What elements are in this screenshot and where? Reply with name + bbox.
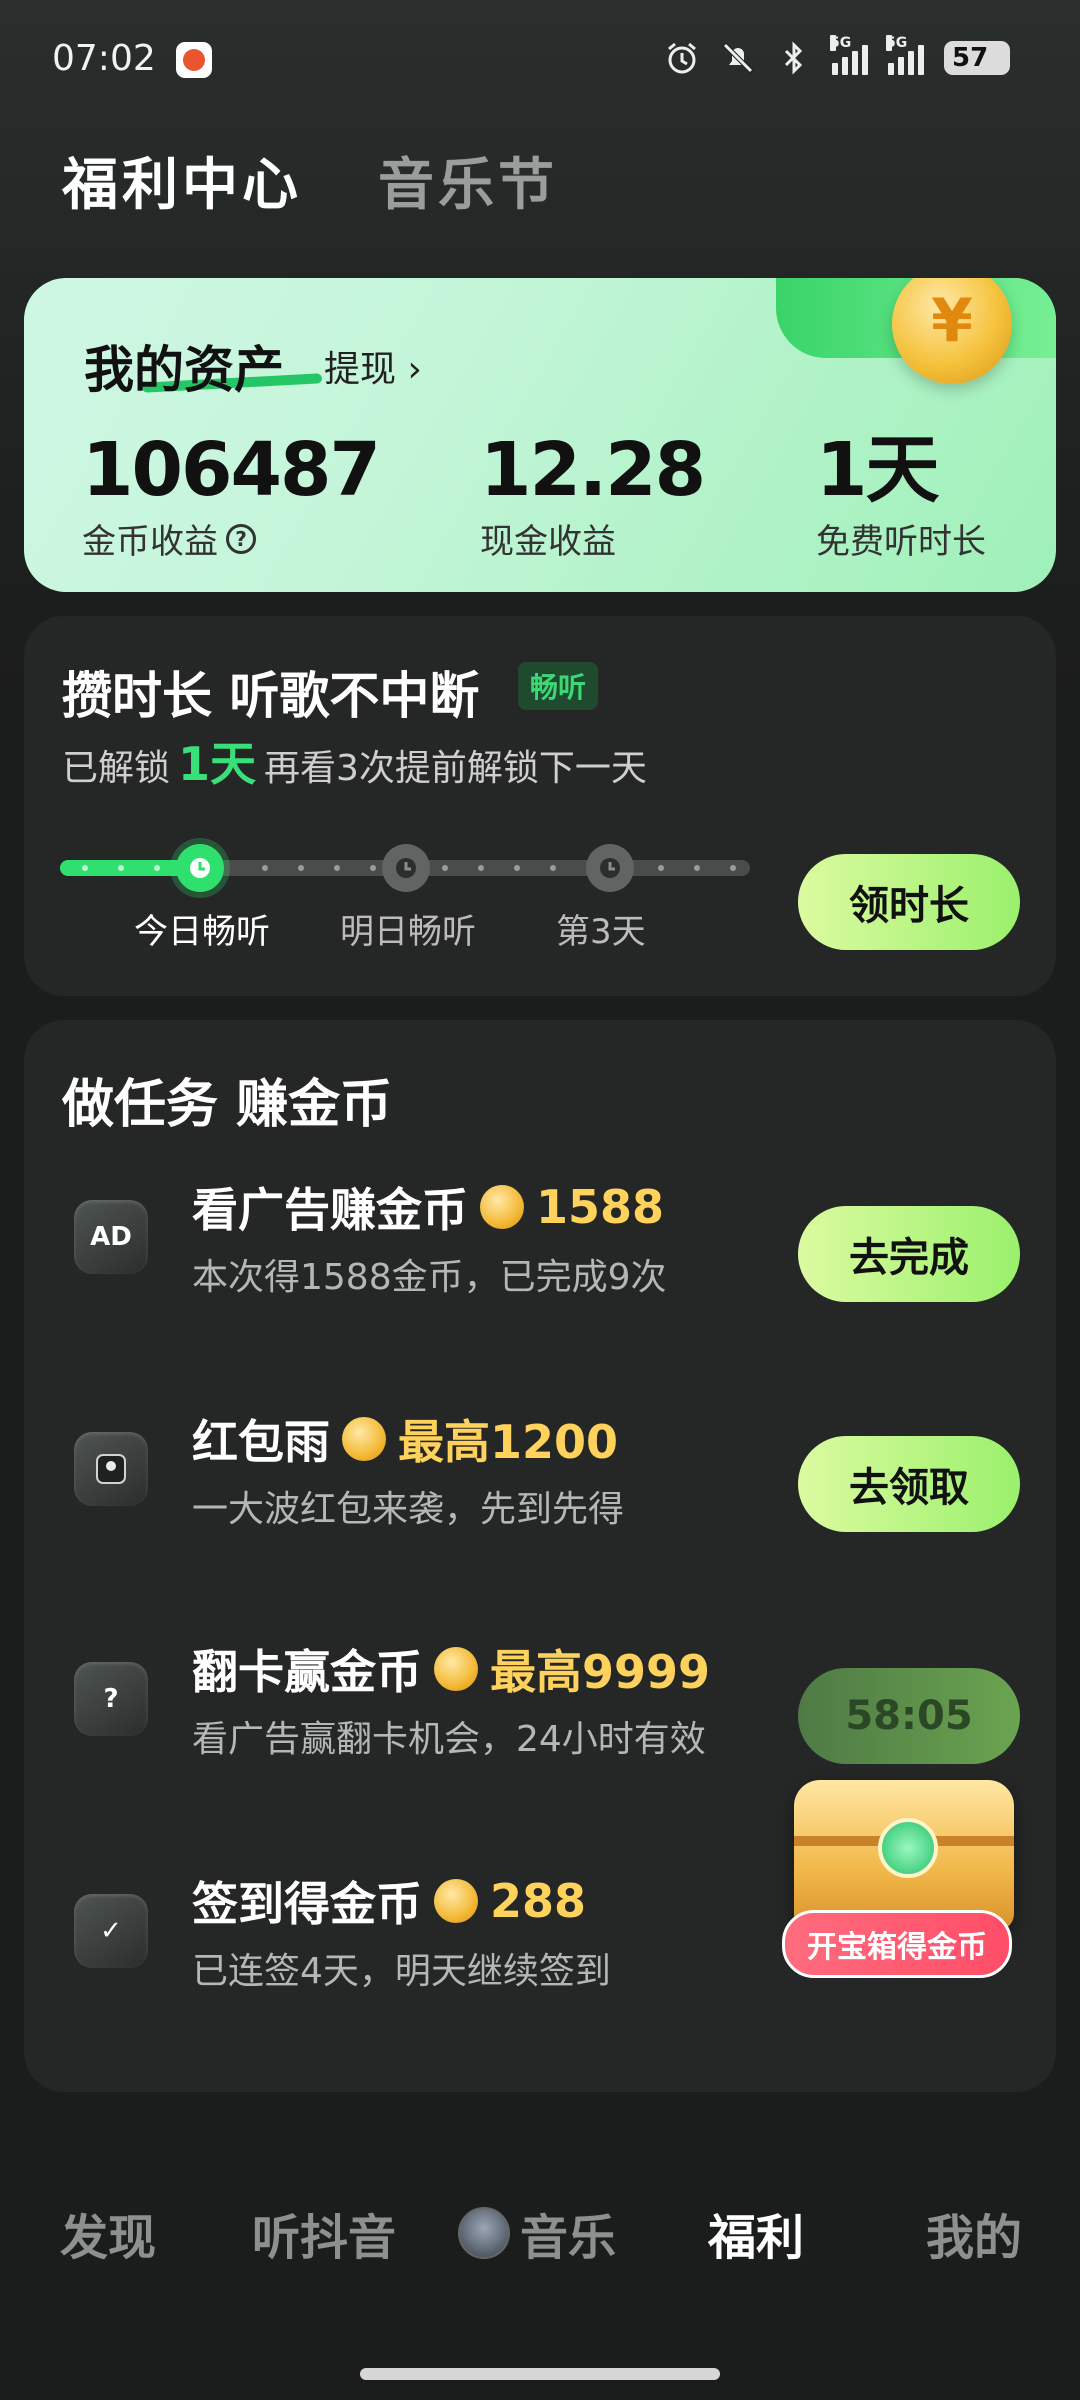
nav-item-me[interactable]: 我的	[926, 2198, 1022, 2268]
task-reward: 最高9999	[490, 1645, 711, 1699]
signal-5g-icon: 5G	[886, 35, 924, 75]
task-item-red-packet: 红包雨 最高1200 一大波红包来袭，先到先得 去领取	[24, 1392, 1056, 1552]
checkin-icon: ✓	[74, 1894, 148, 1968]
withdraw-link[interactable]: 提现 ›	[324, 340, 422, 392]
stat-cash-income: 12.28 现金收益	[480, 427, 706, 563]
task-name: 看广告赚金币	[192, 1183, 468, 1237]
progress-dot	[82, 865, 88, 871]
status-bar: 07:02 5G 5G 57	[0, 0, 1080, 120]
progress-dot	[370, 865, 376, 871]
alarm-icon	[664, 40, 700, 76]
red-packet-icon	[74, 1432, 148, 1506]
nav-item-music[interactable]: 音乐	[458, 2198, 616, 2268]
nav-item-listen-douyin[interactable]: 听抖音	[252, 2198, 396, 2268]
status-icons: 5G 5G 57	[664, 35, 1010, 80]
task-name: 翻卡赢金币	[192, 1645, 422, 1699]
task-desc: 已连签4天，明天继续签到	[192, 1951, 611, 1992]
unlock-days: 1天	[178, 737, 257, 791]
clock-node-tomorrow-icon	[382, 844, 430, 892]
withdraw-label: 提现	[324, 349, 397, 390]
tasks-title: 做任务 赚金币	[62, 1075, 393, 1135]
stat-free-listen: 1天 免费听时长	[816, 430, 986, 563]
task-complete-button[interactable]: 去完成	[798, 1206, 1020, 1302]
chevron-right-icon: ›	[407, 349, 422, 390]
listen-duration-card: 攒时长 听歌不中断 畅听 已解锁 1天 再看3次提前解锁下一天 今日畅听 明日畅…	[24, 616, 1056, 996]
coin-icon	[434, 1647, 478, 1691]
listen-title: 攒时长 听歌不中断	[62, 667, 480, 725]
coin-income-label: 金币收益	[82, 522, 218, 562]
listen-progress-track	[60, 844, 750, 892]
signal-5g-icon: 5G	[830, 35, 868, 75]
coin-icon	[342, 1417, 386, 1461]
progress-dot	[262, 865, 268, 871]
clock-node-today-icon	[176, 844, 224, 892]
music-avatar-icon	[458, 2207, 510, 2259]
task-reward: 1588	[536, 1180, 665, 1234]
bluetooth-icon	[776, 40, 812, 76]
free-listen-value: 1天	[816, 427, 940, 513]
progress-dot	[478, 865, 484, 871]
task-desc: 本次得1588金币，已完成9次	[192, 1257, 667, 1298]
app-notification-icon	[176, 42, 212, 78]
task-name: 红包雨	[192, 1415, 330, 1469]
task-desc: 看广告赢翻卡机会，24小时有效	[192, 1719, 706, 1760]
ad-icon: AD	[74, 1200, 148, 1274]
home-indicator[interactable]	[360, 2368, 720, 2380]
status-time: 07:02	[52, 38, 156, 79]
claim-duration-button[interactable]: 领时长	[798, 854, 1020, 950]
my-assets-card[interactable]: 我的资产 提现 › 106487 金币收益? 12.28 现金收益 1天 免费听…	[24, 278, 1056, 592]
task-item-flip-card: ? 翻卡赢金币 最高9999 看广告赢翻卡机会，24小时有效 58:05	[24, 1622, 1056, 1782]
progress-label-day3: 第3天	[556, 912, 646, 952]
cash-income-label: 现金收益	[480, 522, 616, 562]
bottom-navigation: 发现 听抖音 音乐 福利 我的	[0, 2160, 1080, 2300]
coin-icon	[434, 1879, 478, 1923]
progress-dot	[694, 865, 700, 871]
unlock-suffix: 再看3次提前解锁下一天	[264, 748, 647, 789]
progress-dot	[514, 865, 520, 871]
task-name: 签到得金币	[192, 1877, 422, 1931]
mute-icon	[720, 40, 756, 76]
coin-icon	[480, 1185, 524, 1229]
listen-badge: 畅听	[518, 662, 599, 710]
progress-dot	[442, 865, 448, 871]
cash-income-value: 12.28	[480, 427, 706, 513]
free-listen-label: 免费听时长	[816, 522, 986, 562]
flip-card-icon: ?	[74, 1662, 148, 1736]
assets-title: 我的资产	[84, 341, 284, 399]
progress-dot	[298, 865, 304, 871]
treasure-chest-icon	[794, 1780, 1014, 1930]
unlock-prefix: 已解锁	[62, 748, 171, 789]
gold-coin-icon	[892, 278, 1012, 384]
progress-dot	[730, 865, 736, 871]
nav-item-discover[interactable]: 发现	[60, 2198, 156, 2268]
task-countdown-button[interactable]: 58:05	[798, 1668, 1020, 1764]
progress-dot	[550, 865, 556, 871]
nav-item-welfare[interactable]: 福利	[708, 2198, 804, 2268]
task-item-watch-ad: AD 看广告赚金币 1588 本次得1588金币，已完成9次 去完成	[24, 1160, 1056, 1320]
task-desc: 一大波红包来袭，先到先得	[192, 1489, 625, 1530]
progress-dot	[118, 865, 124, 871]
task-reward: 最高1200	[398, 1415, 619, 1469]
tab-music-festival[interactable]: 音乐节	[378, 140, 558, 221]
chest-gem-icon	[878, 1818, 938, 1878]
stat-coin-income: 106487 金币收益?	[82, 427, 381, 563]
clock-node-day3-icon	[586, 844, 634, 892]
tab-welfare-center[interactable]: 福利中心	[62, 140, 302, 221]
progress-label-tomorrow: 明日畅听	[340, 912, 476, 952]
coin-income-value: 106487	[82, 427, 381, 513]
help-icon[interactable]: ?	[226, 523, 256, 554]
progress-label-today: 今日畅听	[134, 912, 270, 952]
battery-indicator: 57	[944, 41, 1010, 75]
progress-dot	[334, 865, 340, 871]
task-reward: 288	[490, 1874, 587, 1928]
progress-dot	[154, 865, 160, 871]
task-claim-button[interactable]: 去领取	[798, 1436, 1020, 1532]
progress-dot	[658, 865, 664, 871]
listen-subtitle: 已解锁 1天 再看3次提前解锁下一天	[62, 728, 647, 794]
nav-music-label: 音乐	[520, 2210, 617, 2266]
header-tabs: 福利中心 音乐节	[62, 140, 558, 221]
treasure-label: 开宝箱得金币	[782, 1910, 1012, 1978]
treasure-chest-widget[interactable]: 开宝箱得金币	[782, 1780, 1022, 1980]
